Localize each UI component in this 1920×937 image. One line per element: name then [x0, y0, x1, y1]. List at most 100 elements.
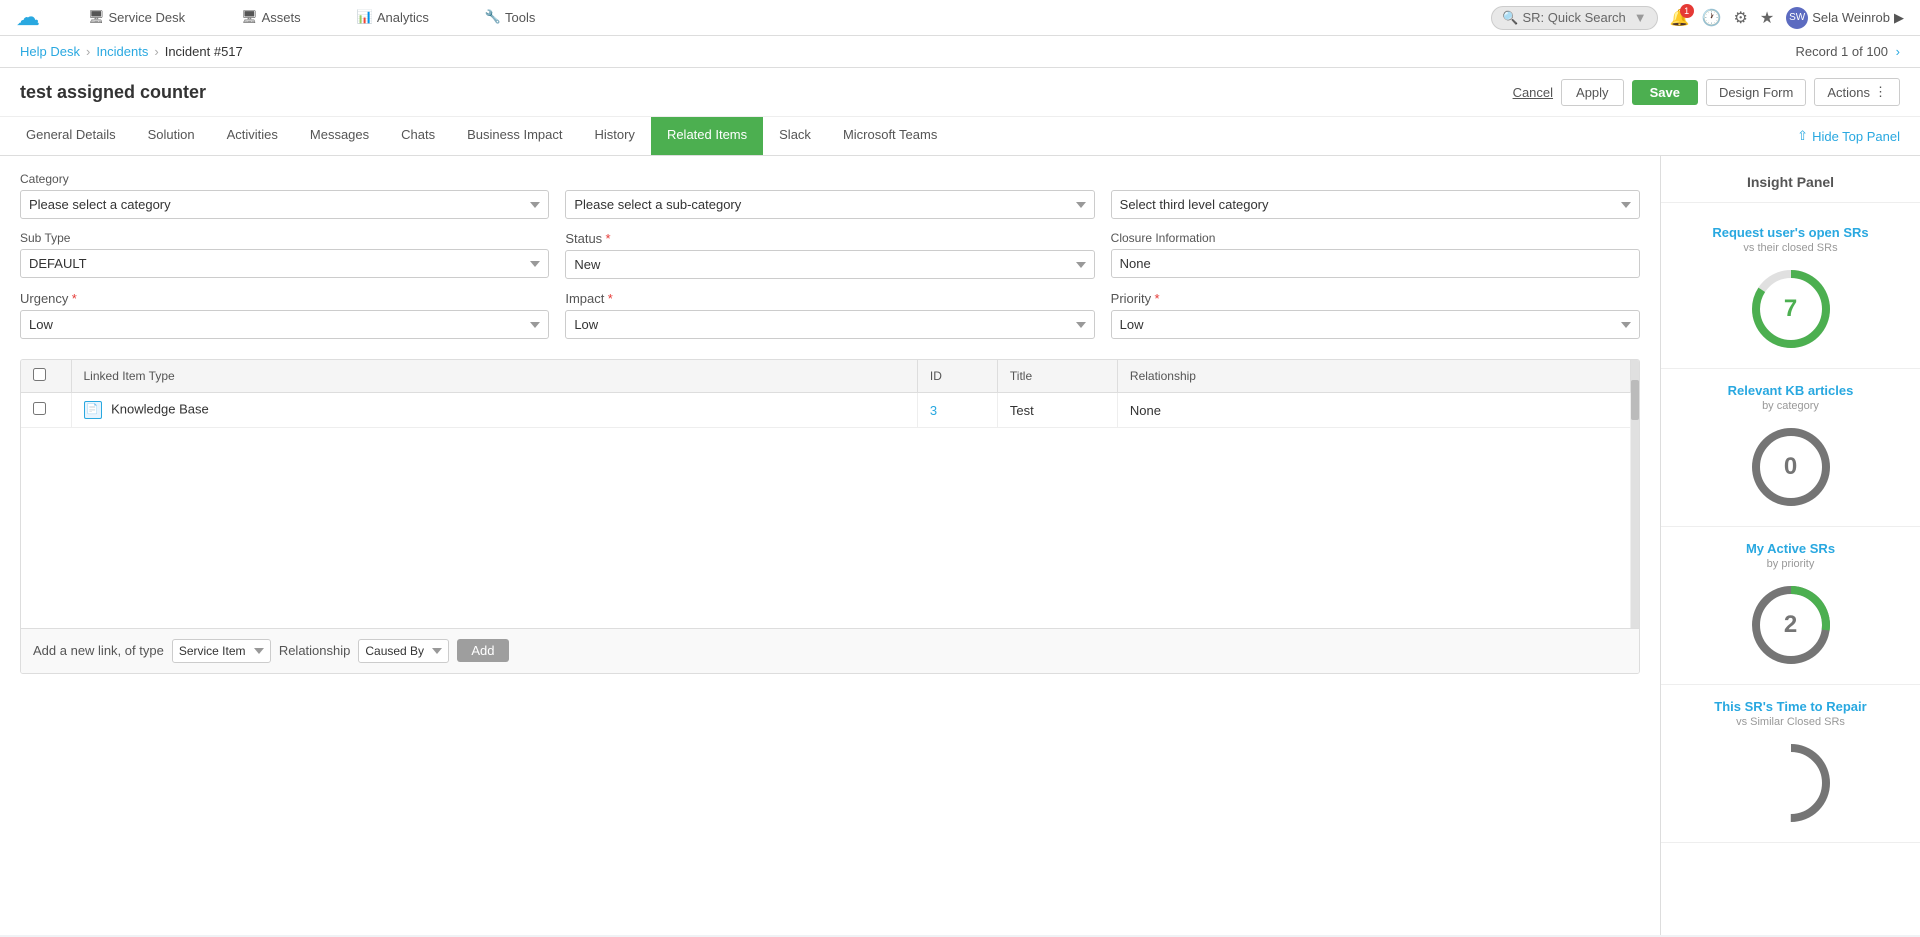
urgency-impact-row: Urgency * Low Impact * Low — [20, 291, 1640, 339]
tab-business-impact[interactable]: Business Impact — [451, 117, 578, 155]
table-empty-area — [21, 428, 1631, 628]
priority-select[interactable]: Low — [1111, 310, 1640, 339]
third-level-select[interactable]: Select third level category — [1111, 190, 1640, 219]
relationship-select[interactable]: Caused By — [358, 639, 449, 663]
add-link-button[interactable]: Add — [457, 639, 508, 662]
row-checkbox-cell — [21, 393, 71, 428]
link-type-select[interactable]: Service Item — [172, 639, 271, 663]
tab-solution[interactable]: Solution — [132, 117, 211, 155]
header-actions: Cancel Apply Save Design Form Actions ⋮ — [1513, 78, 1900, 106]
kb-icon: 📄 — [84, 401, 102, 419]
clock-icon[interactable]: 🕐 — [1702, 8, 1722, 28]
row-relationship-cell: None — [1117, 393, 1630, 428]
tab-related-items[interactable]: Related Items — [651, 117, 763, 155]
record-next-icon[interactable]: › — [1896, 44, 1900, 59]
row-id-cell[interactable]: 3 — [917, 393, 997, 428]
urgency-label: Urgency * — [20, 291, 549, 306]
subcategory-group: Please select a sub-category — [565, 172, 1094, 219]
insight-panel-title: Insight Panel — [1661, 166, 1920, 203]
status-select[interactable]: New — [565, 250, 1094, 279]
breadcrumb-incidents[interactable]: Incidents — [96, 44, 148, 59]
insight-card-3-chart: 2 — [1677, 580, 1904, 670]
status-group: Status * New — [565, 231, 1094, 279]
table-col-relationship: Relationship — [1117, 360, 1630, 393]
settings-icon[interactable]: ⚙ — [1734, 8, 1748, 28]
tab-history[interactable]: History — [578, 117, 650, 155]
donut-chart-3: 2 — [1746, 580, 1836, 670]
cancel-button[interactable]: Cancel — [1513, 85, 1553, 100]
table-scrollbar[interactable] — [1631, 360, 1639, 628]
tab-general-details[interactable]: General Details — [10, 117, 132, 155]
priority-required-mark: * — [1154, 291, 1159, 306]
subcategory-label — [565, 172, 1094, 186]
impact-label: Impact * — [565, 291, 1094, 306]
third-level-group: Select third level category — [1111, 172, 1640, 219]
top-navigation: ☁ 🖥 Service Desk 🖥 Assets 📊 Analytics 🔧 … — [0, 0, 1920, 36]
app-logo: ☁ — [16, 3, 40, 32]
insight-card-3-sub: by priority — [1677, 558, 1904, 570]
actions-button[interactable]: Actions ⋮ — [1814, 78, 1900, 106]
linked-items-table-section: Linked Item Type ID Title Relationship — [20, 359, 1640, 674]
star-icon[interactable]: ★ — [1760, 8, 1774, 28]
linked-items-table: Linked Item Type ID Title Relationship — [21, 360, 1631, 628]
top-nav-right: 🔍 SR: Quick Search ▼ 🔔 1 🕐 ⚙ ★ SW Sela W… — [1491, 6, 1904, 30]
table-header-checkbox — [21, 360, 71, 393]
donut-chart-2: 0 — [1746, 422, 1836, 512]
tab-messages[interactable]: Messages — [294, 117, 385, 155]
table-body: 📄 Knowledge Base 3 Test None — [21, 393, 1631, 628]
category-select[interactable]: Please select a category — [20, 190, 549, 219]
donut-chart-1: 7 — [1746, 264, 1836, 354]
breadcrumb-bar: Help Desk › Incidents › Incident #517 Re… — [0, 36, 1920, 68]
scrollbar-thumb[interactable] — [1631, 380, 1639, 420]
category-group: Category Please select a category — [20, 172, 549, 219]
search-chevron-icon: ▼ — [1634, 10, 1647, 25]
insight-card-1-title: Request user's open SRs — [1677, 225, 1904, 240]
urgency-required-mark: * — [72, 291, 77, 306]
subtype-select[interactable]: DEFAULT — [20, 249, 549, 278]
tabs-bar: General Details Solution Activities Mess… — [0, 117, 1920, 156]
insight-card-1-chart: 7 — [1677, 264, 1904, 354]
assets-icon: 🖥 — [241, 9, 258, 25]
hide-panel-button[interactable]: ⇧ Hide Top Panel — [1787, 122, 1910, 150]
hide-panel-icon: ⇧ — [1797, 128, 1808, 144]
tab-slack[interactable]: Slack — [763, 117, 827, 155]
closure-input[interactable] — [1111, 249, 1640, 278]
subtype-label: Sub Type — [20, 231, 549, 245]
save-button[interactable]: Save — [1632, 80, 1698, 105]
tab-activities[interactable]: Activities — [211, 117, 294, 155]
table-row: 📄 Knowledge Base 3 Test None — [21, 393, 1631, 428]
user-chevron-icon: ▶ — [1894, 10, 1904, 26]
insight-card-2-sub: by category — [1677, 400, 1904, 412]
nav-analytics[interactable]: 📊 Analytics — [341, 0, 445, 36]
design-form-button[interactable]: Design Form — [1706, 79, 1806, 106]
subcategory-select[interactable]: Please select a sub-category — [565, 190, 1094, 219]
nav-assets[interactable]: 🖥 Assets — [225, 0, 317, 36]
status-label: Status * — [565, 231, 1094, 246]
user-profile[interactable]: SW Sela Weinrob ▶ — [1786, 7, 1904, 29]
quick-search[interactable]: 🔍 SR: Quick Search ▼ — [1491, 6, 1657, 30]
apply-button[interactable]: Apply — [1561, 79, 1624, 106]
select-all-checkbox[interactable] — [33, 368, 46, 381]
service-desk-icon: 🖥 — [88, 9, 105, 25]
donut-value-2: 0 — [1784, 453, 1797, 481]
table-scroll-area: Linked Item Type ID Title Relationship — [21, 360, 1631, 628]
nav-service-desk[interactable]: 🖥 Service Desk — [72, 0, 201, 36]
insight-card-active-srs: My Active SRs by priority 2 — [1661, 527, 1920, 685]
table-with-scrollbar: Linked Item Type ID Title Relationship — [21, 360, 1639, 628]
insight-card-4-chart — [1677, 738, 1904, 828]
row-type-cell: 📄 Knowledge Base — [71, 393, 917, 428]
tab-microsoft-teams[interactable]: Microsoft Teams — [827, 117, 953, 155]
tab-chats[interactable]: Chats — [385, 117, 451, 155]
nav-tools[interactable]: 🔧 Tools — [469, 0, 552, 36]
notifications[interactable]: 🔔 1 — [1670, 8, 1690, 28]
impact-select[interactable]: Low — [565, 310, 1094, 339]
insight-card-kb: Relevant KB articles by category 0 — [1661, 369, 1920, 527]
row-checkbox[interactable] — [33, 402, 46, 415]
breadcrumb-help-desk[interactable]: Help Desk — [20, 44, 80, 59]
table-col-title: Title — [997, 360, 1117, 393]
subtype-group: Sub Type DEFAULT — [20, 231, 549, 278]
insight-card-1-sub: vs their closed SRs — [1677, 242, 1904, 254]
table-col-linked-item-type: Linked Item Type — [71, 360, 917, 393]
donut-svg-4 — [1746, 738, 1836, 828]
urgency-select[interactable]: Low — [20, 310, 549, 339]
